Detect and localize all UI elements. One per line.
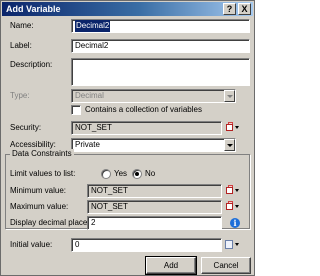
minimum-value-label: Minimum value: — [10, 186, 67, 195]
accessibility-dropdown-value: Private — [75, 140, 100, 149]
close-button[interactable]: X — [238, 3, 251, 15]
security-picker-icon[interactable] — [225, 122, 239, 133]
decimal-places-input[interactable]: 2 — [87, 216, 222, 230]
limit-no-radio[interactable] — [132, 169, 142, 179]
chevron-down-icon[interactable] — [224, 139, 235, 151]
min-value-picker-icon[interactable] — [225, 185, 239, 196]
maximum-value-label: Maximum value: — [10, 202, 69, 211]
limit-yes-radio[interactable] — [101, 169, 111, 179]
type-label: Type: — [10, 91, 30, 100]
label-input[interactable]: Decimal2 — [71, 39, 250, 53]
label-label: Label: — [10, 41, 32, 50]
data-constraints-title: Data Constraints — [10, 149, 74, 159]
security-label: Security: — [10, 123, 42, 132]
limit-no-label: No — [145, 169, 156, 178]
description-input[interactable] — [71, 58, 250, 86]
name-input-value: Decimal2 — [75, 20, 111, 32]
initial-value-input[interactable]: 0 — [71, 238, 222, 252]
limit-yes-label: Yes — [114, 169, 128, 178]
limit-values-label: Limit values to list: — [10, 169, 76, 178]
window-title: Add Variable — [6, 4, 61, 14]
collection-checkbox[interactable] — [71, 105, 81, 115]
type-dropdown-value: Decimal — [75, 91, 104, 100]
expression-editor-icon[interactable] — [225, 239, 239, 250]
name-input[interactable]: Decimal2 — [71, 19, 250, 33]
type-dropdown: Decimal — [71, 89, 236, 103]
max-value-picker-icon[interactable] — [225, 201, 239, 212]
info-icon[interactable]: i — [230, 218, 240, 228]
description-label: Description: — [10, 60, 53, 69]
name-label: Name: — [10, 21, 34, 30]
collection-checkbox-label: Contains a collection of variables — [85, 105, 202, 114]
security-field: NOT_SET — [71, 121, 222, 135]
initial-value-label: Initial value: — [10, 240, 53, 249]
add-variable-dialog: Add Variable ? X Name: Decimal2 Label: D… — [0, 0, 255, 276]
minimum-value-field: NOT_SET — [87, 184, 222, 198]
accessibility-dropdown[interactable]: Private — [71, 138, 236, 152]
add-button[interactable]: Add — [145, 256, 197, 275]
decimal-places-label: Display decimal places: — [10, 218, 94, 227]
help-button[interactable]: ? — [223, 3, 236, 15]
maximum-value-field: NOT_SET — [87, 200, 222, 214]
chevron-down-icon — [224, 90, 235, 102]
cancel-button[interactable]: Cancel — [201, 257, 251, 274]
title-bar[interactable]: Add Variable ? X — [2, 2, 253, 16]
